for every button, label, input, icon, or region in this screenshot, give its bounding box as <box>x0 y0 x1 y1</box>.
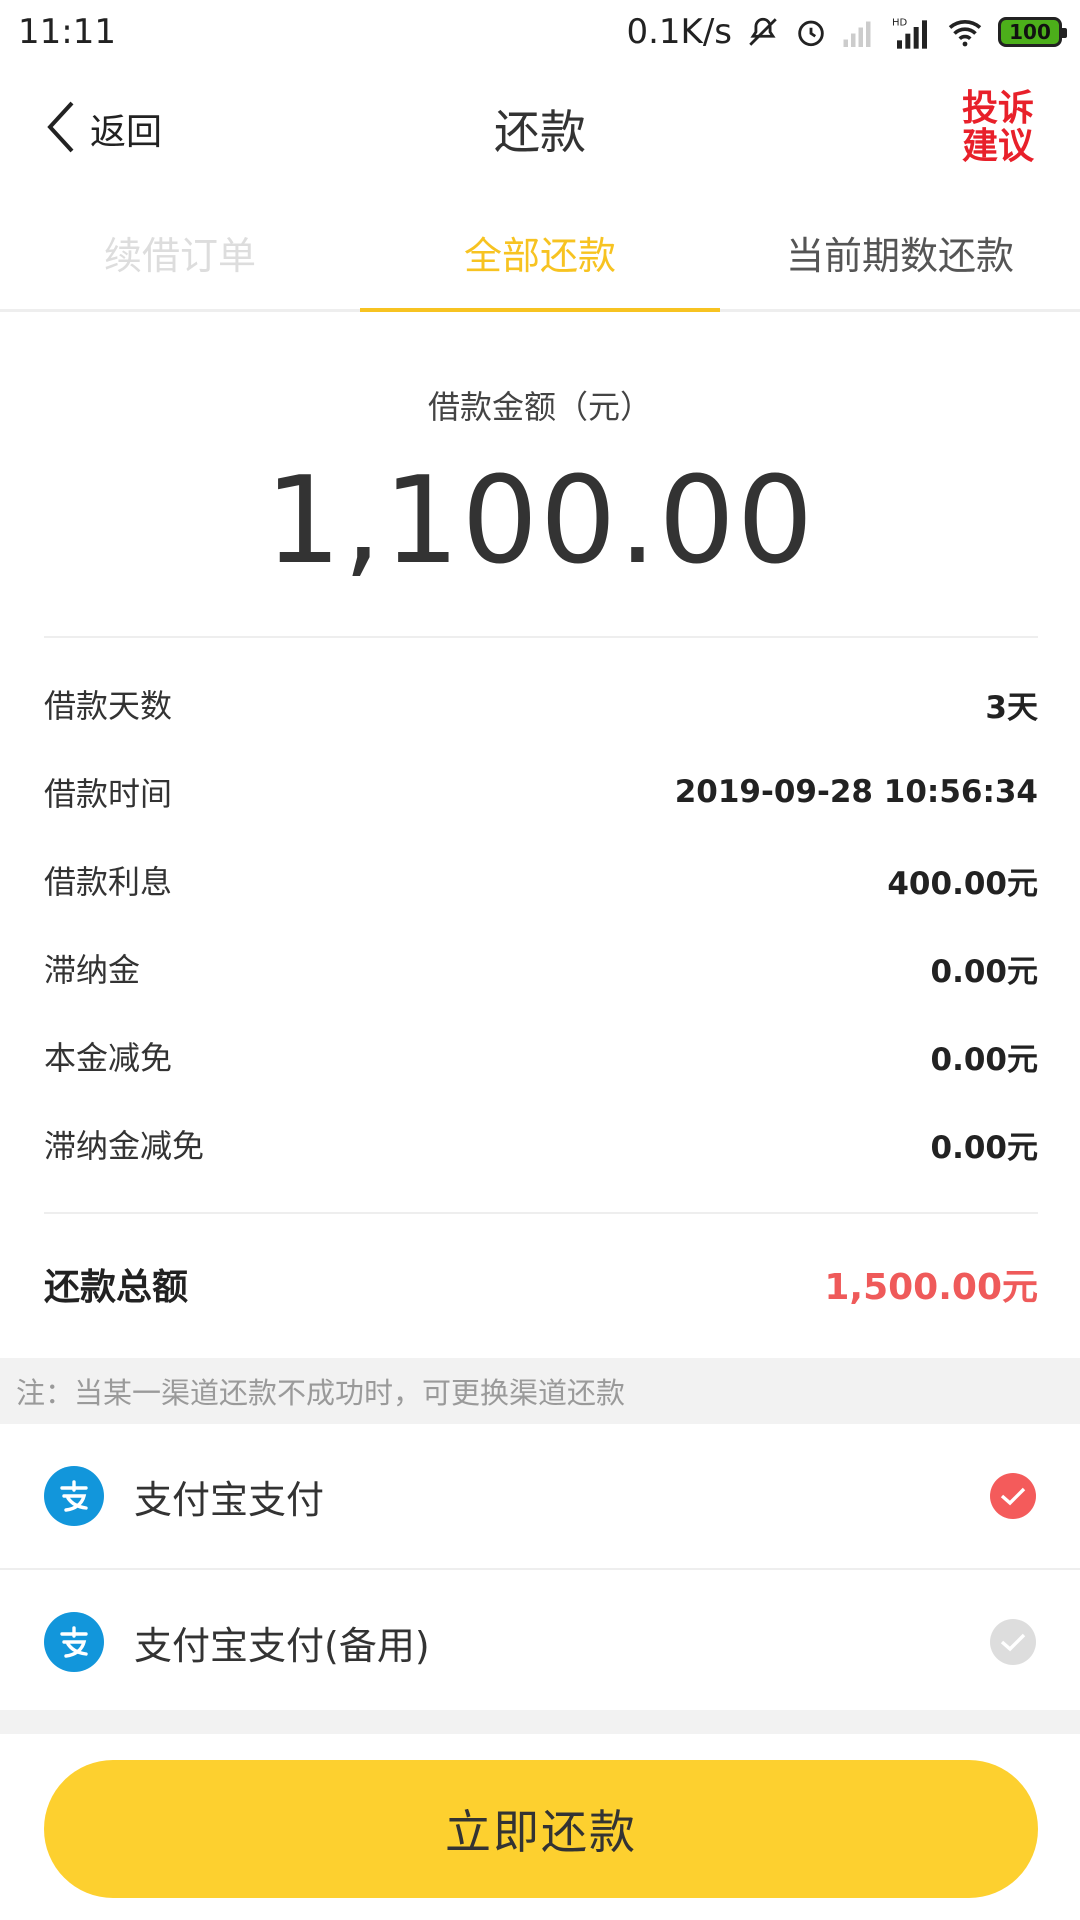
detail-row-loan-days: 借款天数 3天 <box>0 660 1080 748</box>
mute-icon <box>746 15 780 49</box>
tab-renew-order[interactable]: 续借订单 <box>0 196 360 309</box>
payment-option-label: 支付宝支付(备用) <box>134 1623 430 1668</box>
tab-current-installment[interactable]: 当前期数还款 <box>720 196 1080 309</box>
complaint-label-line2: 建议 <box>961 126 1034 167</box>
status-icons: 0.1K/s HD 100 <box>626 12 1067 52</box>
detail-value: 0.00元 <box>930 1129 1039 1166</box>
payment-option-alipay[interactable]: 支付宝支付 <box>0 1424 1080 1568</box>
svg-text:HD: HD <box>892 17 908 28</box>
alipay-icon <box>44 1612 104 1672</box>
detail-label: 本金减免 <box>44 1039 173 1077</box>
total-row: 还款总额 1,500.00元 <box>0 1240 1080 1328</box>
section-separator <box>0 1710 1080 1734</box>
alipay-icon <box>44 1466 104 1526</box>
detail-value: 0.00元 <box>930 953 1039 990</box>
repay-now-button[interactable]: 立即还款 <box>44 1760 1038 1898</box>
detail-row-interest: 借款利息 400.00元 <box>0 836 1080 924</box>
loan-details: 借款天数 3天 借款时间 2019-09-28 10:56:34 借款利息 40… <box>0 660 1080 1188</box>
payment-option-label: 支付宝支付 <box>134 1477 325 1522</box>
battery-level: 100 <box>1009 20 1051 44</box>
detail-label: 滞纳金减免 <box>44 1127 205 1165</box>
detail-label: 借款时间 <box>44 775 173 813</box>
divider <box>44 636 1038 638</box>
tab-full-repayment[interactable]: 全部还款 <box>360 196 720 312</box>
detail-value: 2019-09-28 10:56:34 <box>674 774 1038 810</box>
loan-amount-label: 借款金额（元） <box>427 388 652 426</box>
detail-row-late-fee: 滞纳金 0.00元 <box>0 924 1080 1012</box>
detail-label: 借款天数 <box>44 687 173 725</box>
detail-label: 滞纳金 <box>44 951 141 989</box>
detail-row-late-fee-waiver: 滞纳金减免 0.00元 <box>0 1100 1080 1188</box>
tab-bar: 续借订单 全部还款 当前期数还款 <box>0 196 1080 312</box>
detail-value: 3天 <box>985 689 1038 726</box>
complaint-label-line1: 投诉 <box>961 88 1034 129</box>
divider <box>44 1212 1038 1214</box>
loan-amount-value: 1,100.00 <box>264 452 816 591</box>
alarm-icon <box>794 15 828 49</box>
complaint-button[interactable]: 投诉 建议 <box>958 90 1038 166</box>
net-speed: 0.1K/s <box>626 12 732 52</box>
detail-row-principal-waiver: 本金减免 0.00元 <box>0 1012 1080 1100</box>
detail-value: 0.00元 <box>930 1041 1039 1078</box>
detail-row-loan-time: 借款时间 2019-09-28 10:56:34 <box>0 748 1080 836</box>
total-label: 还款总额 <box>44 1267 189 1308</box>
wifi-icon <box>946 17 984 47</box>
battery-icon: 100 <box>998 17 1067 47</box>
detail-value: 400.00元 <box>887 865 1038 902</box>
status-time: 11:11 <box>18 12 116 52</box>
channel-note: 注：当某一渠道还款不成功时，可更换渠道还款 <box>0 1358 1080 1424</box>
detail-label: 借款利息 <box>44 863 173 901</box>
signal-icon <box>842 17 878 47</box>
nav-bar: 返回 还款 投诉 建议 <box>0 64 1080 196</box>
hd-signal-icon: HD <box>892 15 932 49</box>
status-bar: 11:11 0.1K/s HD 100 <box>0 0 1080 64</box>
check-selected-icon[interactable] <box>990 1473 1036 1519</box>
page-title: 还款 <box>494 105 586 159</box>
payment-option-alipay-backup[interactable]: 支付宝支付(备用) <box>0 1570 1080 1714</box>
loan-amount-section: 借款金额（元） 1,100.00 <box>0 312 1080 638</box>
check-unselected-icon[interactable] <box>990 1619 1036 1665</box>
total-value: 1,500.00元 <box>824 1267 1038 1308</box>
